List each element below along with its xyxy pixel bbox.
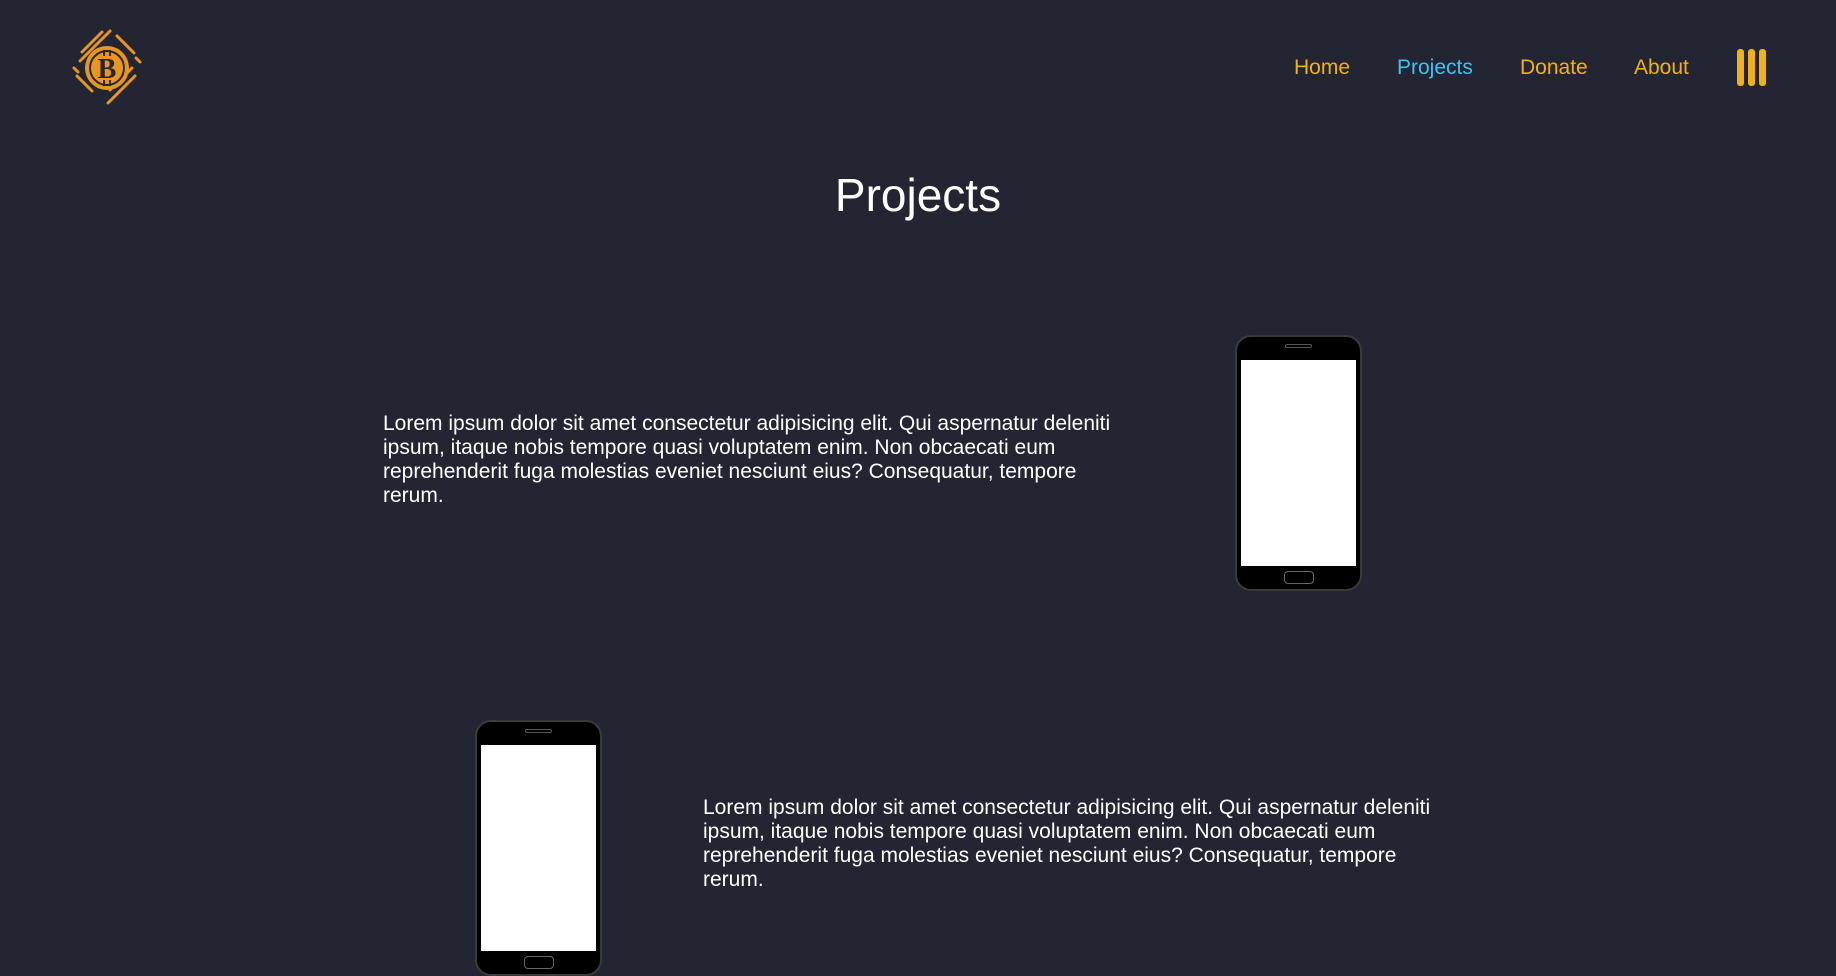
menu-bar [1759,49,1766,86]
phone-home-button [1284,571,1314,584]
phone-home-button [524,956,554,969]
menu-bar [1737,49,1744,86]
smartphone-icon [475,720,602,976]
page-title: Projects [834,169,1002,221]
project-description: Lorem ipsum dolor sit amet consectetur a… [703,796,1431,891]
nav-link-donate[interactable]: Donate [1520,56,1588,80]
menu-bar [1748,49,1755,86]
phone-speaker [525,729,552,733]
phone-screen [481,745,596,951]
main-nav: Home Projects Donate About [0,56,1836,86]
smartphone-icon [1235,335,1362,591]
phone-screen [1241,360,1356,566]
menu-bars-icon[interactable] [1737,49,1767,87]
project-description: Lorem ipsum dolor sit amet consectetur a… [383,412,1111,507]
phone-speaker [1285,344,1312,348]
nav-link-home[interactable]: Home [1294,56,1350,80]
page: B Home Projects Donate About Projects Lo… [0,0,1836,976]
nav-link-about[interactable]: About [1634,56,1689,80]
nav-link-projects[interactable]: Projects [1397,56,1473,80]
